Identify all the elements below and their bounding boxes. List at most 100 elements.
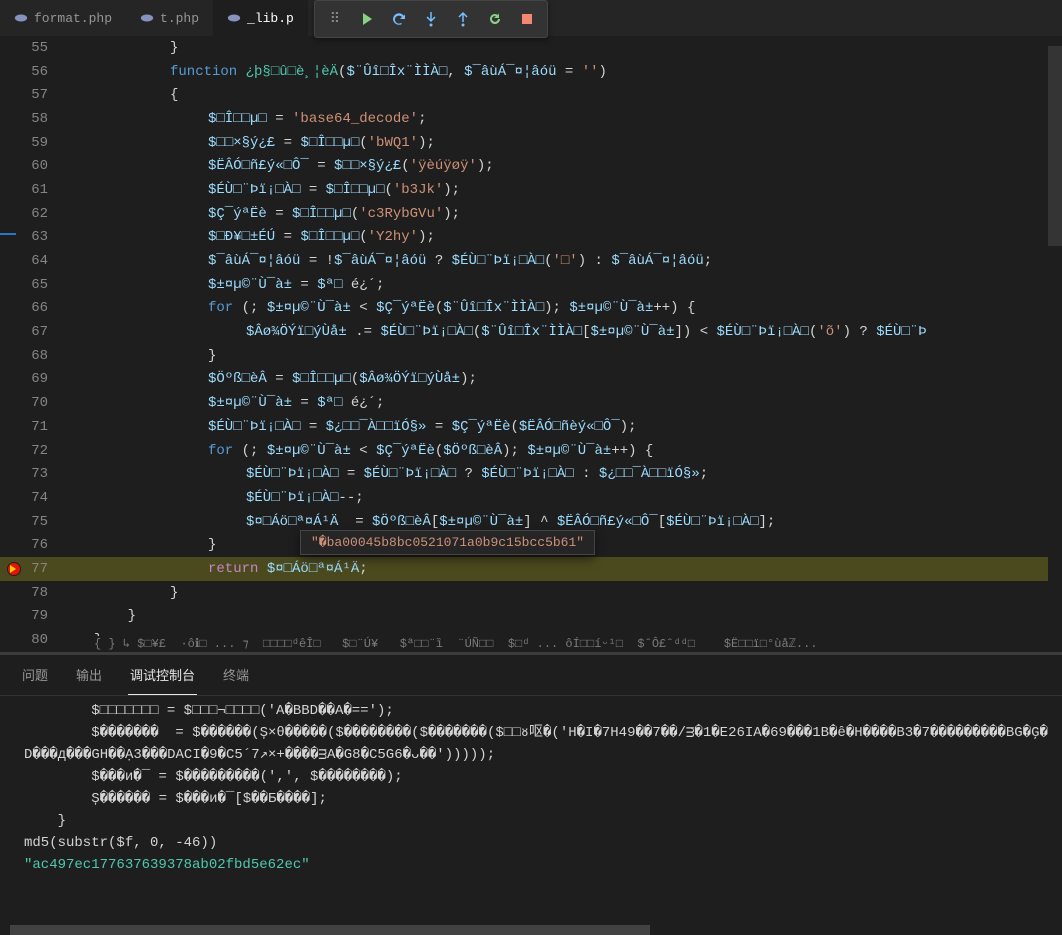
panel-tab-problems[interactable]: 问题 (20, 661, 50, 695)
code-line[interactable]: 61$ÉÙ□¨Þï¡□À□ = $□Î□□µ□('b3Jk'); (0, 178, 1062, 202)
line-number: 58 (0, 111, 70, 127)
code-content: $ËÂÓ□ñ£ý«□Ô¯ = $□□×§ý¿£('ÿèúÿøÿ'); (70, 158, 494, 174)
code-line[interactable]: 72for (; $±¤µ©¨Ù¯à± < $Ç¯ýªËè($Öºß□èÂ); … (0, 439, 1062, 463)
console-line: $������� = $������(Ș×θ�����($��������($�… (24, 722, 1052, 766)
tab-label: _lib.p (247, 11, 294, 26)
code-line[interactable]: 79 } (0, 605, 1062, 629)
line-number: 56 (0, 64, 70, 80)
code-line[interactable]: 58$□Î□□µ□ = 'base64_decode'; (0, 107, 1062, 131)
code-line[interactable]: 66for (; $±¤µ©¨Ù¯à± < $Ç¯ýªËè($¨Ûî□Îx¨ÌÌ… (0, 297, 1062, 321)
code-line[interactable]: 78} (0, 581, 1062, 605)
code-content: } (70, 40, 178, 56)
tab-label: format.php (34, 11, 112, 26)
scrollbar-thumb[interactable] (10, 925, 650, 935)
panel-tab-output[interactable]: 输出 (74, 661, 104, 695)
console-line: Ș������ = $���и�¯[$��Ƃ����]; (24, 788, 1052, 810)
debug-console-output[interactable]: $□□□□□□□ = $□□□¬□□□□('A�BBD��A�=='); $��… (0, 696, 1062, 935)
line-number: 78 (0, 585, 70, 601)
bottom-panel: 问题 输出 调试控制台 终端 $□□□□□□□ = $□□□¬□□□□('A�B… (0, 655, 1062, 935)
code-content: return $¤□Áö□ª¤Á¹Ä; (70, 561, 368, 577)
code-content: $¤□Áö□ª¤Á¹Ä = $Öºß□èÂ[$±¤µ©¨Ù¯à±] ^ $ËÂÓ… (70, 514, 775, 530)
code-line[interactable]: 62$Ç¯ýªËè = $□Î□□µ□('c3RybGVu'); (0, 202, 1062, 226)
code-content: } (70, 608, 136, 624)
line-number: 67 (0, 324, 70, 340)
minimap[interactable] (1048, 36, 1062, 654)
line-number: 73 (0, 466, 70, 482)
code-line[interactable]: 70$±¤µ©¨Ù¯à± = $ª□ é¿´; (0, 391, 1062, 415)
drag-grip-icon[interactable]: ⠿ (327, 11, 343, 27)
step-out-button[interactable] (455, 11, 471, 27)
minimap-thumb[interactable] (1048, 46, 1062, 246)
restart-button[interactable] (487, 11, 503, 27)
console-line: } (24, 810, 1052, 832)
gutter-marker (0, 233, 16, 235)
panel-tab-terminal[interactable]: 终端 (221, 661, 251, 695)
step-into-button[interactable] (423, 11, 439, 27)
code-line[interactable]: 74$ÉÙ□¨Þï¡□À□--; (0, 486, 1062, 510)
code-line[interactable]: 57{ (0, 83, 1062, 107)
debug-toolbar: ⠿ (314, 0, 548, 38)
line-number: 76 (0, 537, 70, 553)
code-content: for (; $±¤µ©¨Ù¯à± < $Ç¯ýªËè($Öºß□èÂ); $±… (70, 443, 653, 459)
horizontal-scrollbar[interactable] (0, 925, 1062, 935)
php-icon (227, 11, 241, 25)
code-content: $ÉÙ□¨Þï¡□À□ = $□Î□□µ□('b3Jk'); (70, 182, 460, 198)
code-line[interactable]: 55} (0, 36, 1062, 60)
code-content: $ÉÙ□¨Þï¡□À□ = $ÉÙ□¨Þï¡□À□ ? $ÉÙ□¨Þï¡□À□ … (70, 466, 708, 482)
code-line[interactable]: 59$□□×§ý¿£ = $□Î□□µ□('bWQ1'); (0, 131, 1062, 155)
line-number: 71 (0, 419, 70, 435)
code-line[interactable]: 69$Öºß□èÂ = $□Î□□µ□($Âø¾ÖÝï□ýÙå±); (0, 368, 1062, 392)
console-line: md5(substr($f, 0, -46)) (24, 832, 1052, 854)
code-content: for (; $±¤µ©¨Ù¯à± < $Ç¯ýªËè($¨Ûî□Îx¨ÌÌÀ□… (70, 300, 695, 316)
tab-format-php[interactable]: format.php (0, 0, 126, 36)
code-content: $Ç¯ýªËè = $□Î□□µ□('c3RybGVu'); (70, 206, 460, 222)
line-number: 63 (0, 229, 70, 245)
php-icon (140, 11, 154, 25)
code-content: $±¤µ©¨Ù¯à± = $ª□ é¿´; (70, 395, 384, 411)
line-number: 61 (0, 182, 70, 198)
code-line[interactable]: 56function ¿þ§□û□è¸¦èÄ($¨Ûî□Îx¨ÌÌÀ□, $¯â… (0, 60, 1062, 84)
step-over-button[interactable] (391, 11, 407, 27)
code-line[interactable]: 77return $¤□Áö□ª¤Á¹Ä; (0, 557, 1062, 581)
code-line[interactable]: 65$±¤µ©¨Ù¯à± = $ª□ é¿´; (0, 273, 1062, 297)
php-icon (14, 11, 28, 25)
code-line[interactable]: 64$¯âùÁ¯¤¦âóü = !$¯âùÁ¯¤¦âóü ? $ÉÙ□¨Þï¡□… (0, 249, 1062, 273)
tab-t-php[interactable]: t.php (126, 0, 213, 36)
code-line[interactable]: 67$Âø¾ÖÝï□ýÙå± .= $ÉÙ□¨Þï¡□À□($¨Ûî□Îx¨ÌÌ… (0, 320, 1062, 344)
line-number: 72 (0, 443, 70, 459)
panel-tab-debug-console[interactable]: 调试控制台 (128, 661, 197, 695)
code-content: $ÉÙ□¨Þï¡□À□ = $¿□□¯À□□ïÓ§» = $Ç¯ýªËè($ËÂ… (70, 419, 637, 435)
tab-lib-php[interactable]: _lib.p (213, 0, 308, 36)
line-number: 59 (0, 135, 70, 151)
code-content: } (70, 585, 178, 601)
code-line[interactable]: 60$ËÂÓ□ñ£ý«□Ô¯ = $□□×§ý¿£('ÿèúÿøÿ'); (0, 154, 1062, 178)
line-number: 60 (0, 158, 70, 174)
code-content: $□Î□□µ□ = 'base64_decode'; (70, 111, 426, 127)
stop-button[interactable] (519, 11, 535, 27)
line-number: 74 (0, 490, 70, 506)
line-number: 62 (0, 206, 70, 222)
line-number: 75 (0, 514, 70, 530)
code-line[interactable]: 71$ÉÙ□¨Þï¡□À□ = $¿□□¯À□□ïÓ§» = $Ç¯ýªËè($… (0, 415, 1062, 439)
code-content: $¯âùÁ¯¤¦âóü = !$¯âùÁ¯¤¦âóü ? $ÉÙ□¨Þï¡□À□… (70, 253, 712, 269)
line-number: 65 (0, 277, 70, 293)
code-line[interactable]: 68} (0, 344, 1062, 368)
code-content: $ÉÙ□¨Þï¡□À□--; (70, 490, 364, 506)
tab-label: t.php (160, 11, 199, 26)
continue-button[interactable] (359, 11, 375, 27)
panel-tabs: 问题 输出 调试控制台 终端 (0, 655, 1062, 696)
code-editor[interactable]: 55}56function ¿þ§□û□è¸¦èÄ($¨Ûî□Îx¨ÌÌÀ□, … (0, 36, 1062, 654)
code-content: $Âø¾ÖÝï□ýÙå± .= $ÉÙ□¨Þï¡□À□($¨Ûî□Îx¨ÌÌÀ□… (70, 324, 927, 340)
code-line[interactable]: 63$□Ð¥□±ÉÚ = $□Î□□µ□('Y2hy'); (0, 226, 1062, 250)
code-content: $±¤µ©¨Ù¯à± = $ª□ é¿´; (70, 277, 384, 293)
editor-tabs: format.php t.php _lib.p ⠿ (0, 0, 1062, 36)
line-number: 70 (0, 395, 70, 411)
console-line: "ac497ec177637639378ab02fbd5e62ec" (24, 854, 1052, 876)
code-line[interactable]: 73$ÉÙ□¨Þï¡□À□ = $ÉÙ□¨Þï¡□À□ ? $ÉÙ□¨Þï¡□À… (0, 462, 1062, 486)
code-content: $Öºß□èÂ = $□Î□□µ□($Âø¾ÖÝï□ýÙå±); (70, 371, 477, 387)
line-number: 79 (0, 608, 70, 624)
line-number: 80 (0, 632, 70, 648)
debug-hover-tooltip: "�ba00045b8bc0521071a0b9c15bcc5b61" (300, 530, 595, 555)
code-content: } (70, 537, 216, 553)
code-content: function ¿þ§□û□è¸¦èÄ($¨Ûî□Îx¨ÌÌÀ□, $¯âùÁ… (70, 64, 607, 80)
